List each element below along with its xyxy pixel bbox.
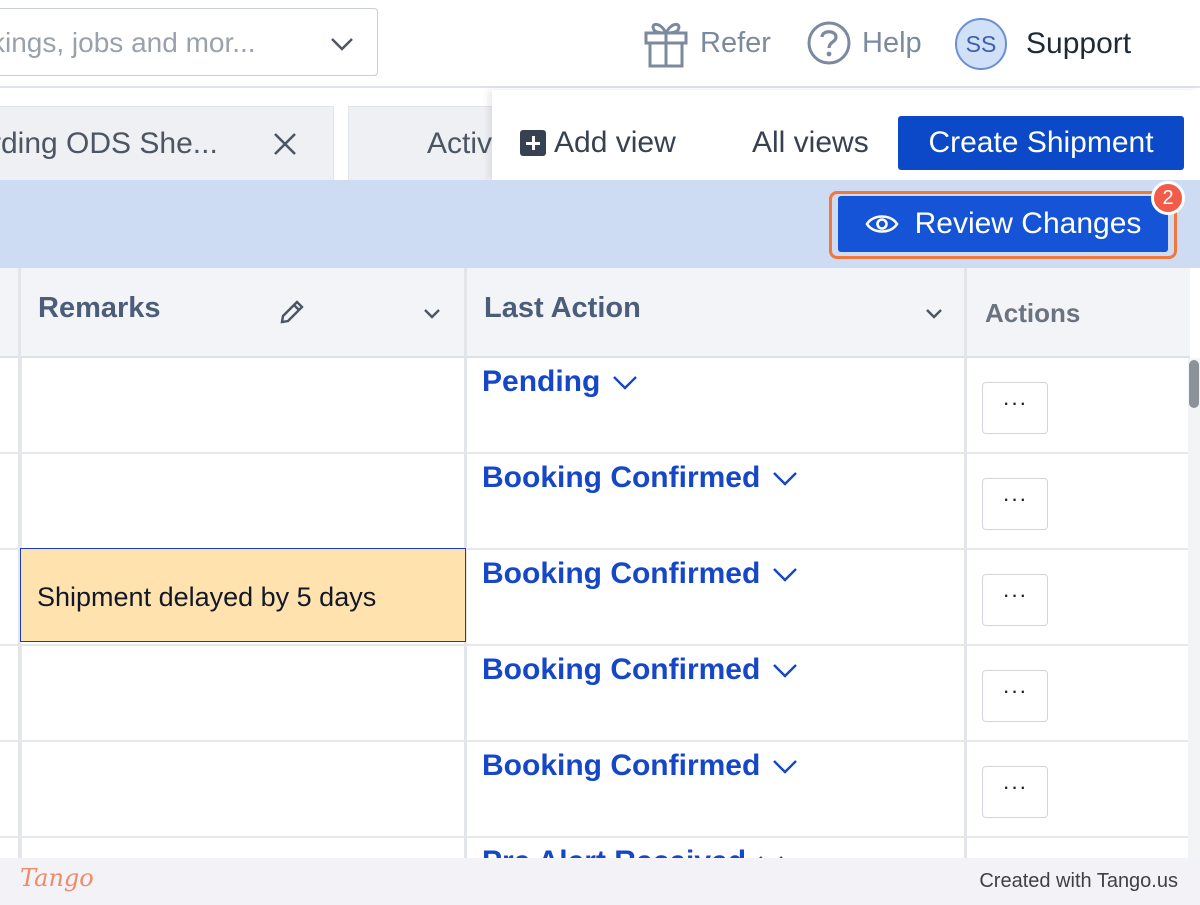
close-icon[interactable]: [271, 130, 299, 158]
column-header-remarks[interactable]: Remarks: [38, 292, 161, 325]
global-search-dropdown[interactable]: kings, jobs and mor...: [0, 8, 378, 76]
create-shipment-button[interactable]: Create Shipment: [898, 116, 1184, 170]
chevron-down-icon: [773, 664, 798, 678]
remarks-text: Shipment delayed by 5 days: [37, 582, 377, 612]
row-actions-button[interactable]: ···: [982, 766, 1048, 818]
chevron-down-icon: [773, 760, 798, 774]
avatar[interactable]: SS: [955, 18, 1007, 70]
view-tabs-row: rding ODS She... Activ Add view All view…: [0, 90, 1200, 180]
chevron-down-icon: [773, 472, 798, 486]
review-changes-label: Review Changes: [914, 207, 1142, 240]
row-actions-button[interactable]: ···: [982, 670, 1048, 722]
last-action-value: Pre Alert Received: [482, 845, 746, 858]
last-action-value: Booking Confirmed: [482, 653, 761, 686]
eye-icon: [865, 215, 899, 233]
table-row: Shipment delayed by 5 days Booking Confi…: [0, 548, 1190, 646]
refer-label: Refer: [700, 26, 771, 59]
review-changes-button[interactable]: Review Changes: [838, 196, 1168, 252]
step-number-badge: 2: [1151, 181, 1185, 215]
table-body: Pending ··· Booking Confirmed ··· Shipme…: [0, 358, 1190, 858]
top-bar: kings, jobs and mor... Refer Help SS Sup…: [0, 0, 1200, 88]
chevron-down-icon[interactable]: [422, 304, 442, 324]
add-view-label: Add view: [554, 126, 676, 159]
table-row: Pre Alert Received: [0, 838, 1190, 858]
last-action-value: Booking Confirmed: [482, 557, 761, 590]
column-header-last-action[interactable]: Last Action: [484, 292, 641, 325]
table-row: Booking Confirmed ···: [0, 646, 1190, 742]
last-action-value: Booking Confirmed: [482, 461, 761, 494]
refer-link[interactable]: Refer: [642, 16, 771, 70]
last-action-dropdown[interactable]: Pre Alert Received: [482, 842, 784, 858]
add-view-button[interactable]: Add view: [520, 118, 676, 168]
last-action-dropdown[interactable]: Pending: [482, 362, 638, 402]
chevron-down-icon[interactable]: [924, 304, 944, 324]
row-actions-button[interactable]: ···: [982, 478, 1048, 530]
tango-logo: Tango: [20, 864, 94, 892]
created-with-text: Created with Tango.us: [979, 870, 1178, 892]
chevron-down-icon: [773, 568, 798, 582]
last-action-dropdown[interactable]: Booking Confirmed: [482, 650, 798, 690]
plus-square-icon: [520, 130, 546, 156]
column-header-actions: Actions: [985, 298, 1081, 328]
help-label: Help: [862, 26, 922, 59]
scrollbar-thumb[interactable]: [1189, 360, 1199, 408]
pencil-icon: [280, 300, 304, 324]
row-actions-button[interactable]: ···: [982, 382, 1048, 434]
tab-label: rding ODS She...: [0, 127, 218, 160]
last-action-dropdown[interactable]: Booking Confirmed: [482, 554, 798, 594]
last-action-dropdown[interactable]: Booking Confirmed: [482, 746, 798, 786]
remarks-cell[interactable]: [20, 646, 466, 740]
table-row: Pending ···: [0, 358, 1190, 454]
chevron-down-icon: [759, 856, 783, 858]
last-action-value: Booking Confirmed: [482, 749, 761, 782]
remarks-cell-editing[interactable]: Shipment delayed by 5 days: [20, 548, 466, 642]
tango-footer: Tango Created with Tango.us: [0, 858, 1200, 905]
tab-label: Activ: [427, 127, 493, 160]
tab-second-view[interactable]: Activ: [348, 106, 498, 180]
tab-active-view[interactable]: rding ODS She...: [0, 106, 334, 180]
remarks-cell[interactable]: [20, 742, 466, 836]
row-actions-button[interactable]: ···: [982, 574, 1048, 626]
search-placeholder: kings, jobs and mor...: [0, 27, 256, 58]
view-controls: Add view All views Create Shipment: [492, 90, 1200, 180]
table-row: Booking Confirmed ···: [0, 454, 1190, 550]
remarks-cell[interactable]: [20, 838, 466, 858]
help-link[interactable]: Help: [806, 16, 922, 70]
last-action-value: Pending: [482, 365, 601, 398]
last-action-dropdown[interactable]: Booking Confirmed: [482, 458, 798, 498]
chevron-down-icon: [613, 376, 638, 390]
help-circle-icon: [807, 21, 851, 65]
gift-icon: [644, 22, 688, 68]
remarks-cell[interactable]: [20, 358, 466, 452]
all-views-button[interactable]: All views: [752, 118, 869, 168]
table-row: Booking Confirmed ···: [0, 742, 1190, 838]
user-name[interactable]: Support: [1026, 20, 1131, 68]
remarks-cell[interactable]: [20, 454, 466, 548]
chevron-down-icon[interactable]: [329, 31, 355, 57]
table-scrollbar[interactable]: [1188, 358, 1200, 858]
